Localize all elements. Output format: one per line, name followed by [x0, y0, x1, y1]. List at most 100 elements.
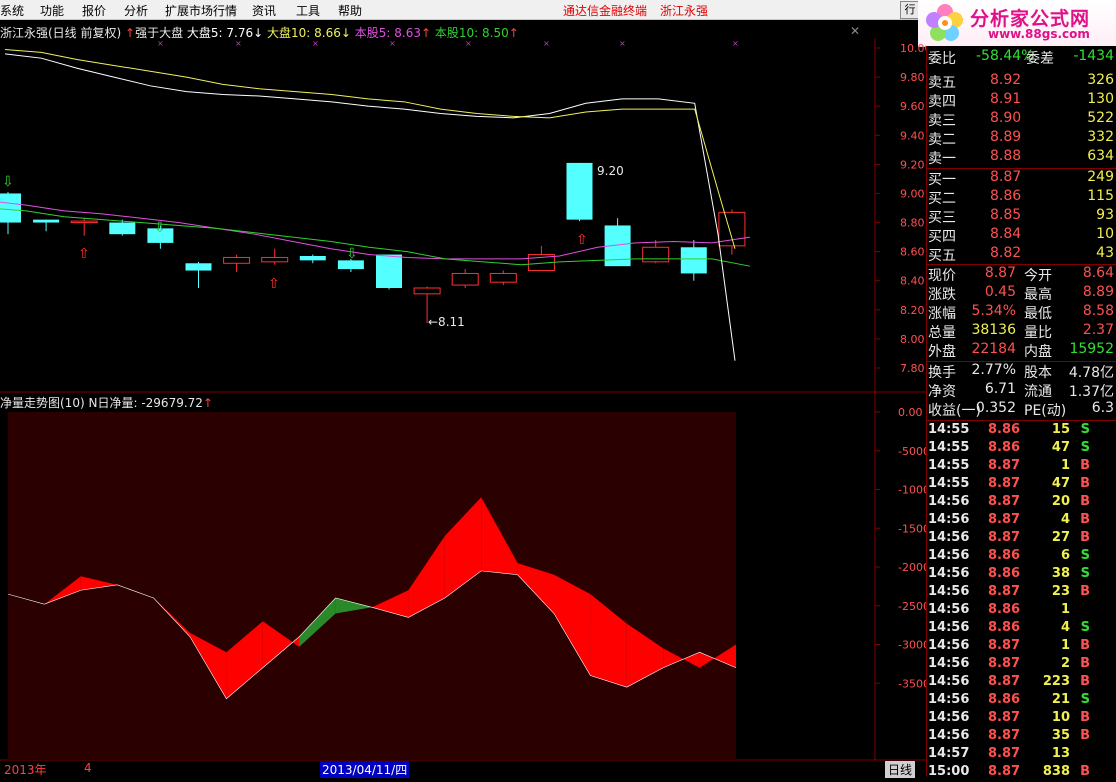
cursor-date: 2013/04/11/四: [320, 761, 410, 778]
market5-line: [4, 53, 736, 361]
period-button[interactable]: 日线: [885, 761, 916, 778]
tick-row: 14:57 8.87 13: [928, 746, 1116, 764]
stat-label: 最低: [1024, 306, 1052, 322]
tick-time: 14:56: [928, 620, 970, 635]
tick-time: 14:56: [928, 656, 970, 671]
y-tick-label: 7.80: [900, 362, 925, 375]
tick-row: 15:00 8.87 838 B: [928, 764, 1116, 782]
candle-body: [109, 222, 136, 235]
tick-time: 14:56: [928, 710, 970, 725]
info-value: 4.78亿: [1068, 365, 1114, 381]
tick-volume: 35: [1051, 728, 1070, 743]
chart-canvas[interactable]: ⇩ ⇩ ⇩ ⇧ ⇧ ⇧ × × × × × × × × 10.00 9.80 9.60 9.40 9.20 9.00…: [0, 0, 926, 776]
buy-label: 买四: [928, 229, 956, 245]
buy-price: 8.84: [990, 226, 1022, 242]
tick-price: 8.86: [988, 440, 1021, 455]
tick-side: B: [1080, 530, 1090, 545]
buy-volume: 249: [1087, 169, 1114, 185]
tick-row: 14:56 8.87 1 B: [928, 638, 1116, 656]
y-tick-label: 9.00: [900, 187, 925, 200]
tick-side: S: [1080, 440, 1090, 455]
candle-body: [261, 256, 289, 263]
signal-mark-icon: ×: [235, 39, 242, 48]
tick-price: 8.87: [988, 656, 1021, 671]
tick-price: 8.87: [988, 764, 1021, 779]
tick-side: B: [1080, 458, 1090, 473]
tick-time: 14:55: [928, 440, 970, 455]
area-background: [8, 412, 736, 760]
candle-body: [223, 256, 251, 264]
tick-row: 14:55 8.87 47 B: [928, 476, 1116, 494]
sell-label: 卖四: [928, 94, 956, 110]
stat-row: 总量 38136 量比 2.37: [928, 322, 1116, 341]
buy-price: 8.87: [990, 169, 1022, 185]
y-tick-label: 8.20: [900, 304, 925, 317]
tick-side: B: [1080, 710, 1090, 725]
stat-value: 8.89: [1082, 284, 1114, 300]
tick-price: 8.86: [988, 620, 1021, 635]
info-value: 6.3: [1091, 400, 1114, 416]
candle-body: [376, 254, 402, 288]
tick-row: 14:56 8.87 23 B: [928, 584, 1116, 602]
market10-line: [4, 48, 736, 249]
tick-price: 8.86: [988, 548, 1021, 563]
weibi-label: 委比: [928, 51, 956, 67]
sell-label: 卖三: [928, 113, 956, 129]
tick-volume: 10: [1051, 710, 1070, 725]
tick-volume: 13: [1051, 746, 1070, 761]
signal-mark-icon: ×: [465, 39, 472, 48]
down-arrow-icon: ⇩: [2, 174, 14, 190]
stat-label: 最高: [1024, 287, 1052, 303]
y-tick-label: -5000: [898, 445, 926, 458]
y-tick-label: 9.40: [900, 129, 925, 142]
buy-volume: 115: [1087, 188, 1114, 204]
tick-volume: 38: [1051, 566, 1070, 581]
tick-volume: 1: [1060, 602, 1070, 617]
candle-body: [566, 162, 593, 220]
buy-price: 8.85: [990, 207, 1022, 223]
tick-side: B: [1080, 512, 1090, 527]
down-arrow-icon: ⇩: [346, 246, 358, 262]
y-tick-label: 10.00: [900, 42, 926, 55]
tick-row: 14:56 8.87 4 B: [928, 512, 1116, 530]
divider: [926, 420, 1116, 421]
stat-label: 总量: [928, 325, 956, 341]
signal-mark-icon: ×: [157, 39, 164, 48]
buy-volume: 93: [1096, 207, 1114, 223]
tick-volume: 2: [1060, 656, 1070, 671]
tick-volume: 15: [1051, 422, 1070, 437]
weicha-value: -1434: [1073, 48, 1114, 64]
tick-side: B: [1080, 638, 1090, 653]
info-label: 股本: [1024, 365, 1052, 381]
tick-time: 14:56: [928, 548, 970, 563]
tick-price: 8.87: [988, 746, 1021, 761]
stat-value: 2.37: [1082, 322, 1114, 338]
buy-row: 买三 8.85 93: [928, 207, 1116, 226]
sell-row: 卖四 8.91 130: [928, 91, 1116, 110]
info-row: 换手 2.77% 股本 4.78亿: [928, 362, 1116, 381]
ma10-line: [0, 208, 751, 267]
sell-volume: 522: [1087, 110, 1114, 126]
logo: 分析家公式网 www.88gs.com: [918, 0, 1116, 47]
tick-row: 14:55 8.86 47 S: [928, 440, 1116, 458]
area-header: 净量走势图(10) N日净量: -29679.72↑: [0, 394, 213, 411]
info-label: 净资: [928, 384, 956, 400]
tick-volume: 47: [1051, 476, 1070, 491]
buy-row: 买五 8.82 43: [928, 245, 1116, 264]
tick-time: 14:56: [928, 566, 970, 581]
tick-side: B: [1080, 656, 1090, 671]
info-row: 净资 6.71 流通 1.37亿: [928, 381, 1116, 400]
stat-label: 内盘: [1024, 344, 1052, 360]
sell-volume: 130: [1087, 91, 1114, 107]
sell-price: 8.91: [990, 91, 1022, 107]
info-value: 1.37亿: [1068, 384, 1114, 400]
tick-row: 14:56 8.87 27 B: [928, 530, 1116, 548]
y-tick-label: -35000: [898, 677, 926, 690]
info-label: PE(动): [1024, 403, 1067, 419]
candle-body: [451, 272, 479, 286]
tick-volume: 21: [1051, 692, 1070, 707]
weicha-label: 委差: [1026, 51, 1054, 67]
tick-row: 14:56 8.86 21 S: [928, 692, 1116, 710]
tick-side: B: [1080, 584, 1090, 599]
stat-label: 今开: [1024, 268, 1052, 284]
